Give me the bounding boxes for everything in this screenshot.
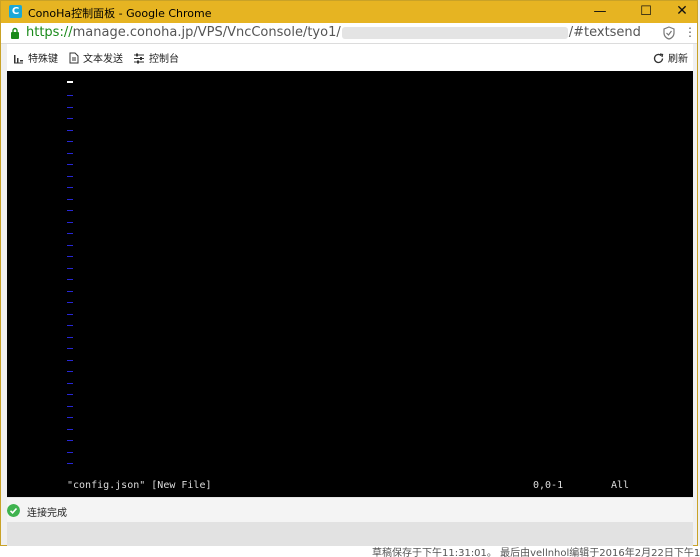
document-icon: [69, 52, 79, 64]
console-button[interactable]: 控制台: [133, 50, 179, 65]
maximize-button[interactable]: ☐: [629, 1, 663, 23]
empty-line-marker: [67, 371, 73, 372]
empty-line-marker: [67, 405, 73, 407]
empty-line-marker: [67, 440, 73, 441]
minimize-button[interactable]: —: [583, 1, 617, 23]
app-icon: C: [9, 5, 22, 18]
empty-line-marker: [67, 417, 73, 418]
empty-line-marker: [67, 290, 73, 292]
empty-line-marker: [67, 336, 73, 338]
title-bar[interactable]: C ConoHa控制面板 - Google Chrome — ☐ ✕: [1, 1, 697, 23]
keyboard-bars-icon: [14, 55, 23, 64]
more-menu-icon[interactable]: ⋮: [684, 25, 696, 39]
background-page-bottom: 草稿保存于下午11:31:01。 最后由vellnhol编辑于2016年2月22…: [0, 546, 700, 557]
special-keys-button[interactable]: 特殊键: [13, 50, 58, 65]
empty-line-marker: [67, 313, 73, 315]
vnc-console-screen[interactable]: "config.json" [New File] 0,0-1 All: [7, 71, 693, 497]
sliders-icon: [134, 53, 144, 64]
empty-line-marker: [67, 394, 73, 395]
empty-line-marker: [67, 267, 73, 269]
url-fragment: /#textsend: [568, 25, 641, 40]
vim-cursor-position: 0,0-1: [533, 480, 564, 491]
empty-line-marker: [67, 129, 73, 131]
empty-line-marker: [67, 221, 73, 223]
empty-line-marker: [67, 187, 73, 188]
refresh-icon: [653, 53, 664, 64]
vim-scroll-position: All: [611, 480, 630, 491]
empty-line-marker: [67, 233, 73, 234]
connection-status-bar: 连接完成: [7, 497, 693, 522]
url-host: manage.conoha.jp: [72, 25, 194, 40]
empty-line-marker: [67, 244, 73, 246]
empty-line-marker: [67, 256, 73, 257]
url-path: /VPS/VncConsole/tyo1/: [193, 25, 341, 40]
vim-file-status: "config.json" [New File]: [67, 480, 212, 491]
console-label: 控制台: [149, 54, 179, 65]
shield-icon[interactable]: [663, 26, 675, 40]
url-text[interactable]: https://manage.conoha.jp/VPS/VncConsole/…: [26, 25, 641, 40]
browser-window: C ConoHa控制面板 - Google Chrome — ☐ ✕ https…: [0, 0, 698, 546]
empty-line-marker: [67, 279, 73, 280]
send-text-label: 文本发送: [83, 54, 123, 65]
empty-line-marker: [67, 463, 73, 464]
window-title: ConoHa控制面板 - Google Chrome: [28, 7, 212, 20]
lock-icon[interactable]: [10, 27, 20, 39]
empty-line-marker: [67, 325, 73, 326]
empty-line-marker: [67, 118, 73, 119]
refresh-button[interactable]: 刷新: [653, 50, 688, 65]
empty-line-marker: [67, 106, 73, 108]
empty-line-marker: [67, 359, 73, 361]
draft-saved-text: 草稿保存于下午11:31:01。 最后由vellnhol编辑于2016年2月22…: [372, 548, 700, 557]
empty-line-marker: [67, 152, 73, 154]
empty-line-marker: [67, 382, 73, 384]
empty-line-marker: [67, 141, 73, 142]
special-keys-label: 特殊键: [28, 54, 58, 65]
empty-line-marker: [67, 428, 73, 430]
close-button[interactable]: ✕: [665, 1, 699, 23]
empty-line-marker: [67, 348, 73, 349]
send-text-button[interactable]: 文本发送: [69, 50, 123, 65]
redacted-url-segment: [341, 26, 568, 39]
empty-line-marker: [67, 198, 73, 200]
refresh-label: 刷新: [668, 54, 688, 65]
empty-line-marker: [67, 164, 73, 165]
empty-line-marker: [67, 210, 73, 211]
empty-line-marker: [67, 95, 73, 96]
empty-line-marker: [67, 175, 73, 177]
empty-line-marker: [67, 451, 73, 453]
empty-line-marker: [67, 302, 73, 303]
window-footer: [7, 522, 693, 546]
url-scheme: https://: [26, 25, 73, 40]
check-circle-icon: [7, 504, 20, 517]
text-cursor: [67, 81, 73, 83]
console-toolbar: 特殊键 文本发送 控制台 刷新: [7, 44, 693, 72]
connection-status-text: 连接完成: [27, 508, 67, 519]
address-bar[interactable]: https://manage.conoha.jp/VPS/VncConsole/…: [1, 23, 697, 44]
